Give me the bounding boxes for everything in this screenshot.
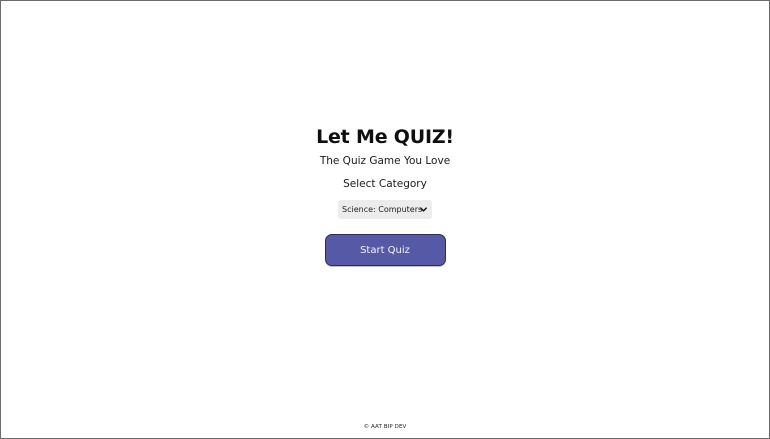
category-select[interactable]: Science: Computers	[338, 200, 432, 219]
category-selected-value: Science: Computers	[342, 205, 423, 214]
page-title: Let Me QUIZ!	[316, 126, 454, 148]
tagline: The Quiz Game You Love	[319, 155, 451, 167]
category-label: Select Category	[343, 178, 427, 190]
app-window: Let Me QUIZ! The Quiz Game You Love Sele…	[0, 0, 770, 439]
chevron-down-icon	[420, 207, 427, 212]
footer-copyright: © AAT BIP DEV	[363, 424, 407, 430]
start-quiz-button[interactable]: Start Quiz	[324, 234, 446, 266]
home-panel: Let Me QUIZ! The Quiz Game You Love Sele…	[1, 125, 769, 266]
